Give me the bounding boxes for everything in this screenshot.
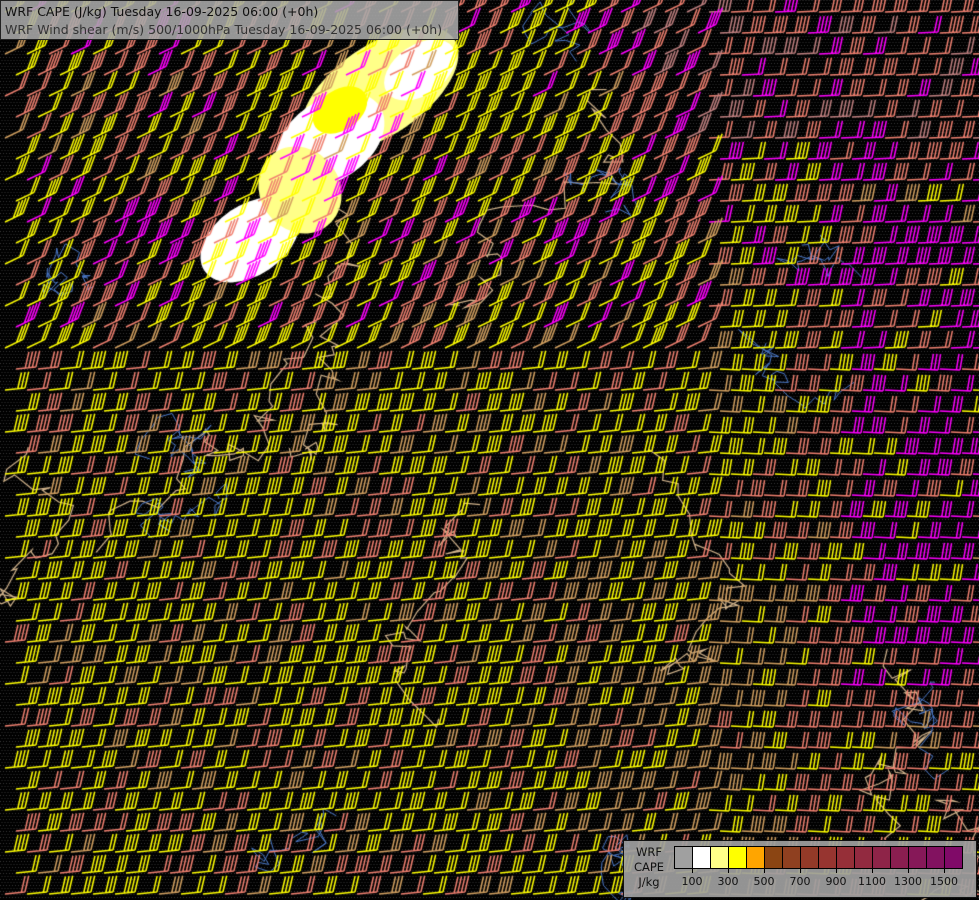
legend-tick [728,867,729,873]
legend-tick [872,867,873,873]
legend-title-unit: J/kg [638,875,660,889]
legend-swatch [945,847,962,868]
legend-tick [908,867,909,873]
legend-tick-label: 700 [789,875,811,888]
legend-tick [692,867,693,873]
legend-tick [836,867,837,873]
legend-labels: 100 300 500 700 900 1100 1300 1500 [674,867,974,889]
legend-swatch [765,847,783,868]
legend-swatch [747,847,765,868]
legend-swatch [873,847,891,868]
wind-shear-barb-field [0,0,979,900]
legend-swatch [819,847,837,868]
legend-tick [944,867,945,873]
weather-map: WRF CAPE (J/kg) Tuesday 16-09-2025 06:00… [0,0,979,900]
legend-tick-label: 300 [717,875,739,888]
legend-title-variable: CAPE [633,860,665,874]
legend-swatch [675,847,693,868]
legend-swatch [891,847,909,868]
cape-legend: WRF CAPE J/kg 100 300 500 700 900 1100 1300 150… [623,840,977,898]
legend-swatch [693,847,711,868]
legend-swatch [729,847,747,868]
wind-shear-title: WRF Wind shear (m/s) 500/1000hPa Tuesday… [5,22,443,37]
legend-tick-label: 1100 [858,875,886,888]
legend-tick-label: 900 [825,875,847,888]
legend-swatch [801,847,819,868]
legend-tick-label: 100 [681,875,703,888]
legend-title-model: WRF [636,845,662,859]
legend-color-bar [674,846,963,869]
legend-tick-label: 1500 [930,875,958,888]
legend-swatch [783,847,801,868]
legend-tick [800,867,801,873]
legend-tick [764,867,765,873]
legend-tick-label: 1300 [894,875,922,888]
legend-swatch [711,847,729,868]
legend-swatch [855,847,873,868]
legend-swatch [927,847,945,868]
legend-swatch [909,847,927,868]
cape-title: WRF CAPE (J/kg) Tuesday 16-09-2025 06:00… [5,4,319,19]
legend-tick-label: 500 [753,875,775,888]
map-title-box: WRF CAPE (J/kg) Tuesday 16-09-2025 06:00… [0,0,459,40]
legend-swatch [837,847,855,868]
legend-title: WRF CAPE J/kg [628,845,670,890]
